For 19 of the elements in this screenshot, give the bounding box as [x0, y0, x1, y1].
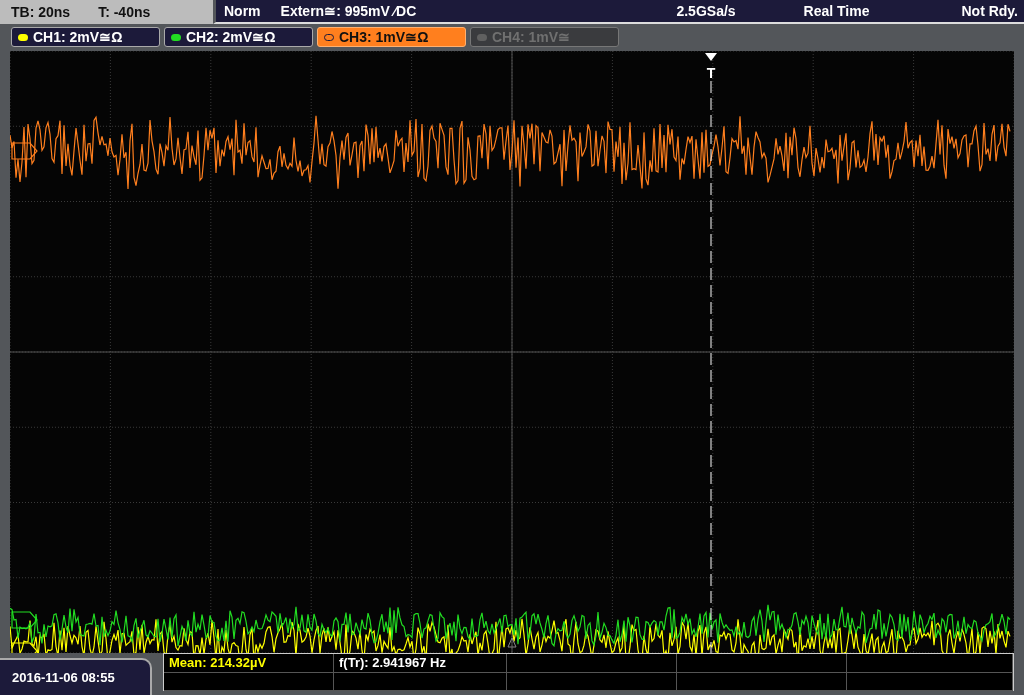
channel-tab[interactable]: CH1: 2mV≅Ω	[11, 27, 160, 47]
channel-tab[interactable]: CH3: 1mV≅Ω	[317, 27, 466, 47]
measurement-readout: Mean: 214.32µV	[164, 654, 334, 673]
sample-rate: 2.5GSa/s	[676, 1, 736, 21]
channel-tab[interactable]: CH2: 2mV≅Ω	[164, 27, 313, 47]
center-marker-icon	[507, 637, 517, 648]
channel-marker-icon	[11, 142, 38, 160]
trigger-label: T	[706, 65, 716, 81]
trigger-source: Extern≅: 995mV ⁄DC	[280, 1, 417, 21]
trigger-mode: Norm	[224, 1, 261, 21]
channel-marker-icon	[11, 611, 38, 629]
measurement-readout: f(Tr): 2.941967 Hz	[334, 654, 507, 673]
acquisition-mode: Real Time	[803, 1, 870, 21]
acquisition-state: Not Rdy.	[961, 1, 1018, 21]
trigger-time-readout: T: -40ns	[98, 2, 151, 22]
trigger-position-icon	[705, 53, 717, 61]
timebase-readout: TB: 20ns	[11, 2, 71, 22]
date-time: 2016-11-06 08:55	[0, 658, 152, 695]
channel-marker-icon	[11, 642, 38, 653]
